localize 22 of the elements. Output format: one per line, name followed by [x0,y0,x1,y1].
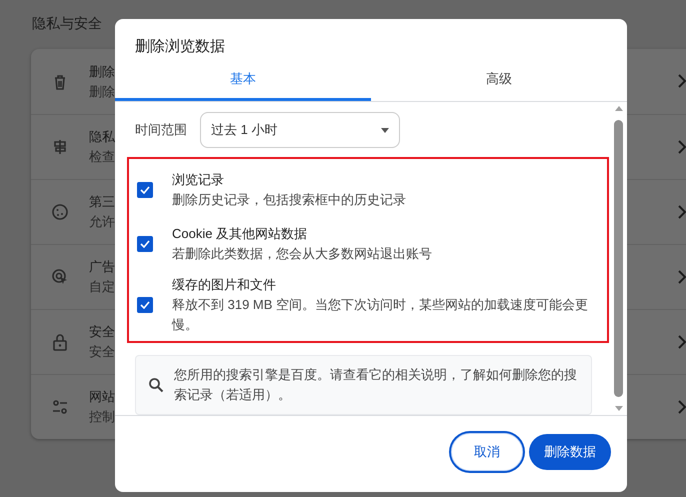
row-subtitle: 自定 [89,278,115,296]
option-title: Cookie 及其他网站数据 [172,225,308,243]
row-subtitle: 允许 [89,213,115,231]
option-title: 缓存的图片和文件 [172,276,277,294]
row-title: 网站 [89,388,115,406]
row-subtitle: 安全 [89,343,115,361]
option-description: 删除历史记录，包括搜索框中的历史记录 [172,191,406,209]
option-description: 若删除此类数据，您会从大多数网站退出账号 [172,245,432,263]
option-description: 释放不到 319 MB 空间。当您下次访问时，某些网站的加载速度可能会更慢。 [172,296,590,334]
page-title: 隐私与安全 [32,14,102,33]
row-title: 删除 [89,62,115,80]
row-title: 隐私 [89,128,115,146]
row-title: 第三 [89,193,115,211]
row-subtitle: 检查 [89,148,115,166]
row-title: 安全 [89,323,115,341]
row-title: 广告 [89,258,115,276]
dialog-title: 删除浏览数据 [134,37,226,57]
time-range-label: 时间范围 [135,121,187,140]
option-title: 浏览记录 [172,171,225,189]
row-subtitle: 控制 [89,408,115,426]
row-subtitle: 删除 [89,82,115,100]
info-text: 您所用的搜索引擎是百度。请查看它的相关说明，了解如何删除您的搜索记录（若适用）。 [174,366,578,404]
